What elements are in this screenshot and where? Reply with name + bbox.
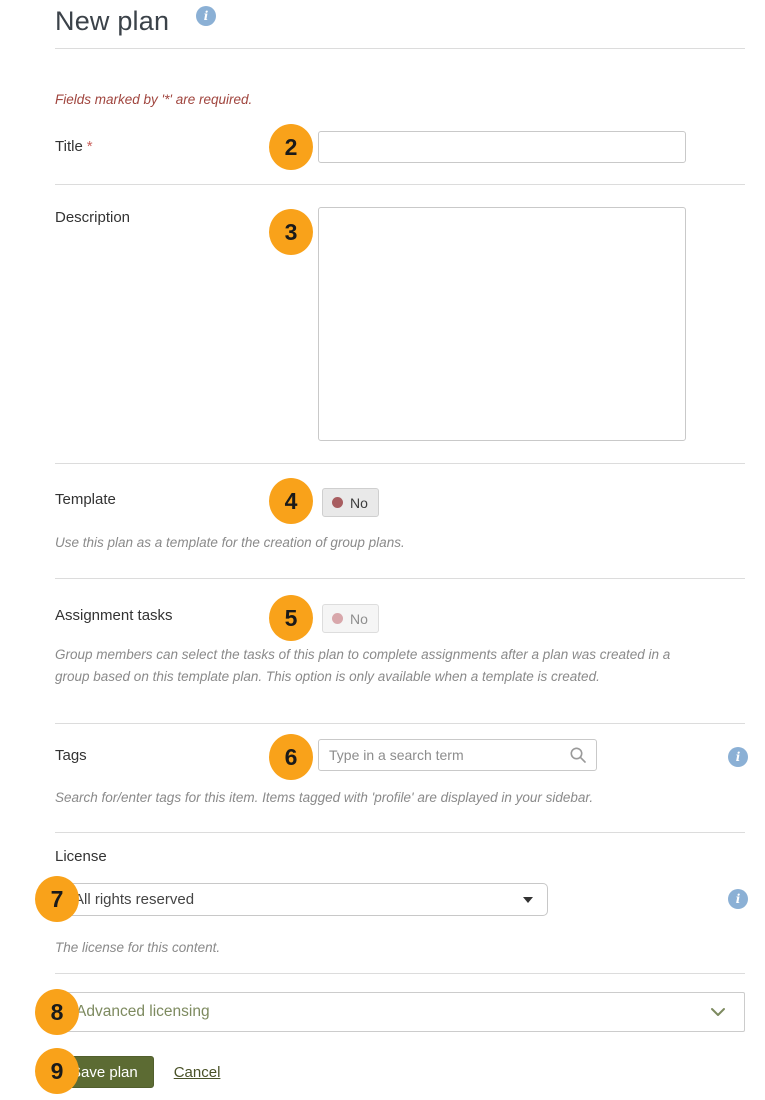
advanced-licensing-expander[interactable]: Advanced licensing bbox=[55, 992, 745, 1032]
tags-help-text: Search for/enter tags for this item. Ite… bbox=[55, 787, 695, 809]
license-help-text: The license for this content. bbox=[55, 937, 695, 959]
template-toggle-state: No bbox=[350, 495, 368, 511]
description-label: Description bbox=[55, 209, 130, 226]
license-label: License bbox=[55, 848, 107, 865]
cancel-link[interactable]: Cancel bbox=[174, 1064, 221, 1081]
caret-down-icon bbox=[523, 897, 533, 903]
callout-badge-5: 5 bbox=[269, 595, 313, 641]
page-info-icon[interactable]: i bbox=[196, 6, 216, 26]
description-textarea[interactable] bbox=[318, 207, 686, 441]
tags-info-icon[interactable]: i bbox=[728, 747, 748, 767]
search-icon[interactable] bbox=[569, 746, 587, 764]
new-plan-form-page: New plan i Fields marked by '*' are requ… bbox=[0, 0, 765, 1100]
divider bbox=[55, 184, 745, 185]
advanced-licensing-label: Advanced licensing bbox=[76, 1003, 710, 1021]
required-asterisk: * bbox=[87, 138, 93, 155]
license-info-icon[interactable]: i bbox=[728, 889, 748, 909]
callout-badge-2: 2 bbox=[269, 124, 313, 170]
template-toggle[interactable]: No bbox=[322, 488, 379, 517]
title-label: Title* bbox=[55, 138, 93, 155]
assignment-tasks-toggle-state: No bbox=[350, 611, 368, 627]
divider bbox=[55, 832, 745, 833]
tags-search-input[interactable] bbox=[318, 739, 597, 771]
tags-label: Tags bbox=[55, 747, 87, 764]
header-divider bbox=[55, 48, 745, 49]
license-select[interactable]: All rights reserved bbox=[55, 883, 548, 916]
callout-badge-7: 7 bbox=[35, 876, 79, 922]
callout-badge-8: 8 bbox=[35, 989, 79, 1035]
divider bbox=[55, 973, 745, 974]
page-title: New plan bbox=[55, 6, 169, 37]
template-label: Template bbox=[55, 491, 116, 508]
assignment-tasks-help-text: Group members can select the tasks of th… bbox=[55, 644, 680, 688]
tags-search-field bbox=[318, 739, 597, 771]
divider bbox=[55, 723, 745, 724]
form-actions: Save plan Cancel bbox=[55, 1056, 220, 1088]
divider bbox=[55, 463, 745, 464]
callout-badge-3: 3 bbox=[269, 209, 313, 255]
license-selected-value: All rights reserved bbox=[74, 891, 523, 908]
callout-badge-9: 9 bbox=[35, 1048, 79, 1094]
title-input[interactable] bbox=[318, 131, 686, 163]
callout-badge-6: 6 bbox=[269, 734, 313, 780]
toggle-off-dot-icon bbox=[332, 497, 343, 508]
toggle-off-dot-icon bbox=[332, 613, 343, 624]
divider bbox=[55, 578, 745, 579]
assignment-tasks-toggle[interactable]: No bbox=[322, 604, 379, 633]
template-help-text: Use this plan as a template for the crea… bbox=[55, 532, 695, 554]
callout-badge-4: 4 bbox=[269, 478, 313, 524]
chevron-down-icon bbox=[710, 1007, 726, 1017]
assignment-tasks-label: Assignment tasks bbox=[55, 607, 173, 624]
required-fields-note: Fields marked by '*' are required. bbox=[55, 92, 252, 107]
